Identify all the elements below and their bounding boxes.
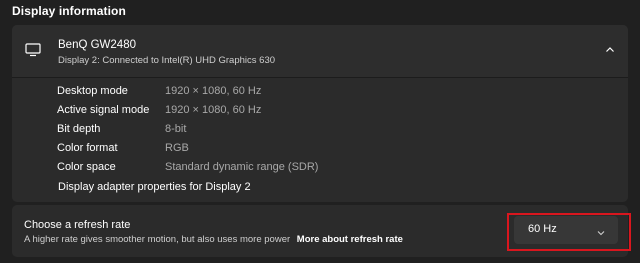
display-name: BenQ GW2480 <box>58 39 136 51</box>
property-value: 1920 × 1080, 60 Hz <box>165 85 262 97</box>
refresh-rate-dropdown[interactable]: 60 Hz <box>514 216 618 244</box>
display-connection-info: Display 2: Connected to Intel(R) UHD Gra… <box>58 55 276 66</box>
property-value: RGB <box>165 142 189 154</box>
refresh-rate-title: Choose a refresh rate <box>24 219 131 231</box>
chevron-down-icon <box>596 225 606 236</box>
collapse-button[interactable] <box>600 41 620 61</box>
refresh-rate-description: A higher rate gives smoother motion, but… <box>24 234 403 245</box>
chevron-up-icon <box>605 42 615 60</box>
display-info-card: BenQ GW2480 Display 2: Connected to Inte… <box>12 25 628 202</box>
property-label: Desktop mode <box>57 85 128 97</box>
section-title: Display information <box>12 4 126 18</box>
display-header[interactable]: BenQ GW2480 Display 2: Connected to Inte… <box>12 25 628 78</box>
refresh-rate-card: Choose a refresh rate A higher rate give… <box>12 205 628 257</box>
refresh-rate-selected-value: 60 Hz <box>528 223 557 235</box>
property-value: Standard dynamic range (SDR) <box>165 161 319 173</box>
monitor-icon <box>25 43 41 57</box>
property-label: Color space <box>57 161 116 173</box>
property-value: 8-bit <box>165 123 187 135</box>
display-settings-page: Display information BenQ GW2480 Display … <box>0 0 640 263</box>
property-value: 1920 × 1080, 60 Hz <box>165 104 262 116</box>
refresh-rate-description-text: A higher rate gives smoother motion, but… <box>24 234 291 245</box>
display-adapter-properties-link[interactable]: Display adapter properties for Display 2 <box>58 181 251 193</box>
refresh-rate-info-link[interactable]: More about refresh rate <box>297 234 403 245</box>
property-label: Active signal mode <box>57 104 150 116</box>
property-label: Bit depth <box>57 123 101 135</box>
property-label: Color format <box>57 142 118 154</box>
